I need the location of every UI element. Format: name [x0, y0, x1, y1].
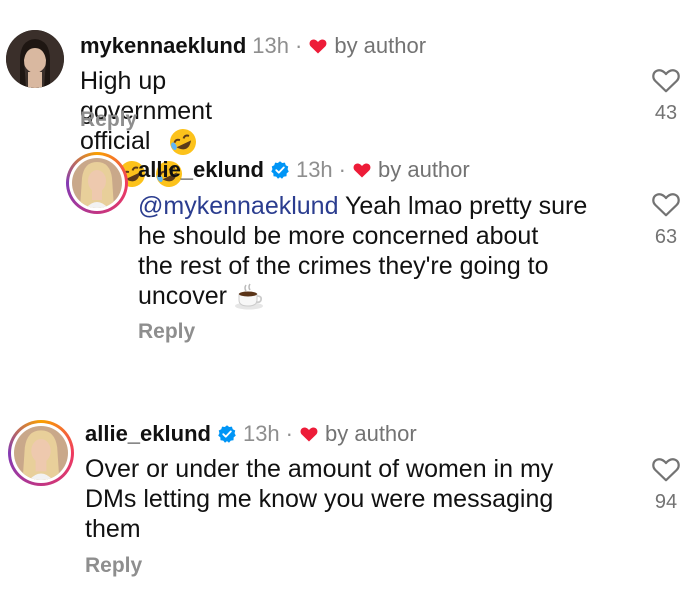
avatar-ring-gap	[69, 155, 125, 211]
liked-by-author-label: by author	[378, 157, 470, 182]
comment-meta: mykennaeklund 13h · by author	[80, 33, 426, 59]
avatar-photo	[6, 30, 64, 88]
like-count: 63	[654, 226, 678, 248]
separator-dot: ·	[295, 33, 303, 58]
heart-filled-icon	[300, 427, 318, 442]
comment-line-1: Over or under the amount of women in my	[85, 455, 554, 483]
reply-button[interactable]: Reply	[138, 320, 195, 344]
verified-badge-icon	[218, 425, 236, 443]
liked-by-author-label: by author	[325, 421, 417, 446]
username[interactable]: allie_eklund	[138, 157, 264, 183]
reply-button[interactable]: Reply	[85, 554, 142, 578]
heart-outline-icon[interactable]	[651, 66, 681, 94]
liked-by-author-label: by author	[334, 33, 427, 58]
mention-link[interactable]: @mykennaeklund	[138, 192, 339, 220]
heart-filled-icon	[309, 39, 327, 54]
avatar-ring-gap	[11, 423, 71, 483]
comment-line-2: DMs letting me know you were messaging	[85, 485, 554, 513]
comment-body-line: Yeah lmao pretty sure	[345, 192, 588, 220]
heart-filled-icon	[353, 163, 371, 178]
comment-meta: allie_eklund 13h · by author	[138, 157, 470, 183]
avatar[interactable]	[66, 152, 128, 214]
like-control: 43	[646, 66, 686, 125]
username[interactable]: allie_eklund	[85, 421, 211, 447]
like-control: 63	[646, 190, 686, 249]
comment-line-2: he should be more concerned about	[138, 222, 539, 250]
verified-badge-icon	[271, 161, 289, 179]
timestamp: 13h	[252, 33, 289, 58]
separator-dot: ·	[338, 157, 346, 182]
comment-line-1: @mykennaeklund Yeah lmao pretty sure	[138, 191, 628, 221]
avatar[interactable]	[6, 30, 64, 88]
comment-line-4: uncover	[138, 281, 628, 311]
separator-dot: ·	[285, 421, 293, 446]
reply-button[interactable]: Reply	[80, 108, 137, 132]
timestamp: 13h	[242, 421, 280, 446]
comment-body-line: uncover	[138, 282, 227, 310]
heart-outline-icon[interactable]	[651, 190, 681, 218]
avatar-photo	[14, 426, 68, 480]
rolling-laughing-emoji	[170, 129, 197, 156]
comment-meta: allie_eklund 13h · by author	[85, 421, 417, 447]
like-count: 94	[654, 491, 678, 513]
comment-line-3: the rest of the crimes they're going to	[138, 252, 549, 280]
comment-text: Over or under the amount of women in my …	[85, 454, 625, 544]
comment-text: @mykennaeklund Yeah lmao pretty sure he …	[138, 191, 628, 311]
coffee-emoji	[234, 283, 263, 310]
like-control: 94	[646, 455, 686, 514]
avatar-photo	[72, 158, 122, 208]
comment-line-3: them	[85, 515, 141, 543]
heart-outline-icon[interactable]	[651, 455, 681, 483]
timestamp: 13h	[295, 157, 333, 182]
username[interactable]: mykennaeklund	[80, 33, 246, 59]
like-count: 43	[654, 102, 678, 124]
avatar[interactable]	[8, 420, 74, 486]
